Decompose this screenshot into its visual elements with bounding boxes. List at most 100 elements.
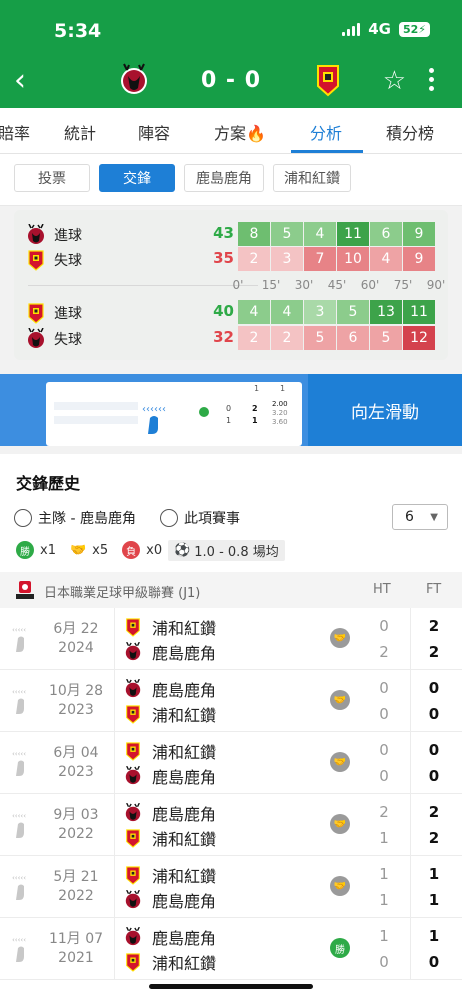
- subtab-kashima[interactable]: 鹿島鹿角: [184, 164, 264, 192]
- match-row[interactable]: ‹‹‹‹‹ 11月 07 2021 鹿島鹿角 浦和紅鑽 勝 1 0 1 0: [0, 918, 462, 980]
- match-date-year: 2022: [58, 826, 94, 842]
- more-vertical-icon[interactable]: [428, 68, 434, 91]
- swipe-hint-icon: ‹‹‹‹‹: [12, 936, 26, 962]
- preview-odds-3: 3.60: [272, 418, 288, 426]
- team-logo: [26, 327, 46, 348]
- active-tab-indicator: [291, 150, 363, 153]
- stats-cell: 3: [271, 247, 303, 271]
- match-count-select[interactable]: 6 ▼: [392, 504, 448, 530]
- ft-home-score: 2: [428, 803, 440, 821]
- subtab-h2h[interactable]: 交鋒: [99, 164, 175, 192]
- team-logo: [26, 249, 46, 271]
- result-draw-badge: 🤝: [330, 690, 350, 710]
- stats-cell: 11: [337, 222, 369, 246]
- match-date-day: 9月 03: [53, 807, 99, 823]
- stats-row: 失球 32 2 2 5 6 5 12: [14, 326, 448, 350]
- result-draw-badge: 🤝: [330, 876, 350, 896]
- ft-away-score: 1: [428, 891, 440, 909]
- handshake-icon: 🤝: [69, 542, 87, 558]
- divider: [114, 794, 115, 856]
- match-date-day: 11月 07: [48, 931, 104, 947]
- away-team: 鹿島鹿角: [124, 641, 216, 663]
- svg-text:‹‹‹‹‹: ‹‹‹‹‹: [12, 750, 26, 758]
- win-badge: 勝: [16, 541, 34, 559]
- home-team-name: 鹿島鹿角: [152, 929, 217, 948]
- match-row[interactable]: ‹‹‹‹‹ 10月 28 2023 鹿島鹿角 浦和紅鑽 🤝 0 0 0 0: [0, 670, 462, 732]
- kashima-crest-icon: [125, 927, 141, 946]
- tab-odds[interactable]: 賠率: [0, 120, 30, 144]
- match-row[interactable]: ‹‹‹‹‹ 5月 21 2022 浦和紅鑽 鹿島鹿角 🤝 1 1 1 1: [0, 856, 462, 918]
- stats-cell: 4: [271, 300, 303, 324]
- col-ft: FT: [426, 582, 442, 597]
- swipe-left-cta[interactable]: 向左滑動: [308, 374, 462, 446]
- time-tick: 75': [393, 278, 413, 292]
- ht-home-score: 0: [379, 617, 389, 635]
- stats-cell: 4: [370, 247, 402, 271]
- stats-row: 進球 40 4 4 3 5 13 11: [14, 300, 448, 324]
- away-team: 浦和紅鑽: [124, 951, 216, 973]
- swipe-hint-banner[interactable]: ‹‹‹‹‹‹ 0 1 2 1 2.00 3.20 3.60 1 1 向左滑動: [0, 374, 462, 446]
- stats-cell: 9: [403, 222, 435, 246]
- time-axis: 0' 15' 30' 45' 60' 75' 90': [226, 278, 446, 294]
- stats-label: 進球: [54, 306, 82, 322]
- match-date-day: 5月 21: [53, 869, 99, 885]
- col-ht: HT: [373, 582, 391, 597]
- away-team: 鹿島鹿角: [124, 765, 216, 787]
- home-team-name: 鹿島鹿角: [152, 805, 217, 824]
- home-team-name: 浦和紅鑽: [152, 867, 217, 886]
- match-row[interactable]: ‹‹‹‹‹ 6月 04 2023 浦和紅鑽 鹿島鹿角 🤝 0 0 0 0: [0, 732, 462, 794]
- radio-circle-icon: [160, 509, 178, 527]
- time-tick: 45': [327, 278, 347, 292]
- tab-analysis[interactable]: 分析: [310, 120, 342, 144]
- filter-home-radio[interactable]: 主隊 - 鹿島鹿角: [14, 508, 136, 528]
- goal-average-text: 1.0 - 0.8 場均: [194, 544, 279, 560]
- away-team-name: 鹿島鹿角: [152, 892, 217, 911]
- goal-average: ⚽ 1.0 - 0.8 場均: [168, 539, 285, 561]
- away-team-name: 浦和紅鑽: [152, 954, 217, 973]
- ft-home-score: 1: [428, 865, 440, 883]
- preview-col-a: 1: [254, 384, 260, 393]
- filter-competition-radio[interactable]: 此項賽事: [160, 508, 240, 528]
- draw-count: x5: [92, 542, 109, 558]
- stats-total: 35: [213, 249, 234, 267]
- time-tick: 0': [232, 278, 244, 292]
- divider: [114, 670, 115, 732]
- tab-stats[interactable]: 統計: [64, 120, 96, 144]
- match-date: 9月 03 2022: [46, 806, 106, 844]
- home-team: 浦和紅鑽: [124, 616, 216, 638]
- svg-text:‹‹‹‹‹: ‹‹‹‹‹: [12, 688, 26, 696]
- stats-cell: 8: [238, 222, 270, 246]
- swipe-hint-icon: ‹‹‹‹‹: [12, 750, 26, 776]
- time-tick: 15': [261, 278, 281, 292]
- preview-left-bottom: 1: [226, 416, 232, 425]
- tab-lineup[interactable]: 陣容: [138, 120, 170, 144]
- away-team-name: 浦和紅鑽: [152, 830, 217, 849]
- ft-home-score: 2: [428, 617, 440, 635]
- urawa-crest-icon[interactable]: [310, 62, 346, 98]
- divider: [410, 670, 411, 732]
- home-team-name: 鹿島鹿角: [152, 681, 217, 700]
- stats-total: 43: [213, 224, 234, 242]
- stats-cell: 5: [304, 326, 336, 350]
- svg-text:‹‹‹‹‹: ‹‹‹‹‹: [12, 936, 26, 944]
- ball-icon: ⚽: [174, 542, 191, 558]
- match-row[interactable]: ‹‹‹‹‹ 9月 03 2022 鹿島鹿角 浦和紅鑽 🤝 2 1 2 2: [0, 794, 462, 856]
- tab-plans[interactable]: 方案🔥: [214, 120, 266, 144]
- star-icon[interactable]: ☆: [383, 66, 406, 96]
- swipe-illustration: ‹‹‹‹‹‹ 0 1 2 1 2.00 3.20 3.60 1 1: [0, 374, 308, 446]
- away-team-name: 浦和紅鑽: [152, 706, 217, 725]
- stats-cell: 5: [337, 300, 369, 324]
- subtab-vote[interactable]: 投票: [14, 164, 90, 192]
- home-team: 浦和紅鑽: [124, 740, 216, 762]
- main-tabs: 賠率 統計 陣容 方案🔥 分析 積分榜: [0, 108, 462, 154]
- handshake-icon: 🤝: [333, 632, 347, 644]
- tab-standings[interactable]: 積分榜: [386, 120, 434, 144]
- stats-row: 進球 43 8 5 4 11 6 9: [14, 222, 448, 246]
- kashima-crest-icon: [125, 679, 141, 698]
- ht-away-score: 0: [379, 705, 389, 723]
- match-row[interactable]: ‹‹‹‹‹ 6月 22 2024 浦和紅鑽 鹿島鹿角 🤝 0 2 2 2: [0, 608, 462, 670]
- ht-home-score: 1: [379, 865, 389, 883]
- subtab-urawa[interactable]: 浦和紅鑽: [273, 164, 351, 192]
- stats-cells: 2 2 5 6 5 12: [238, 326, 435, 350]
- status-time: 5:34: [54, 20, 102, 42]
